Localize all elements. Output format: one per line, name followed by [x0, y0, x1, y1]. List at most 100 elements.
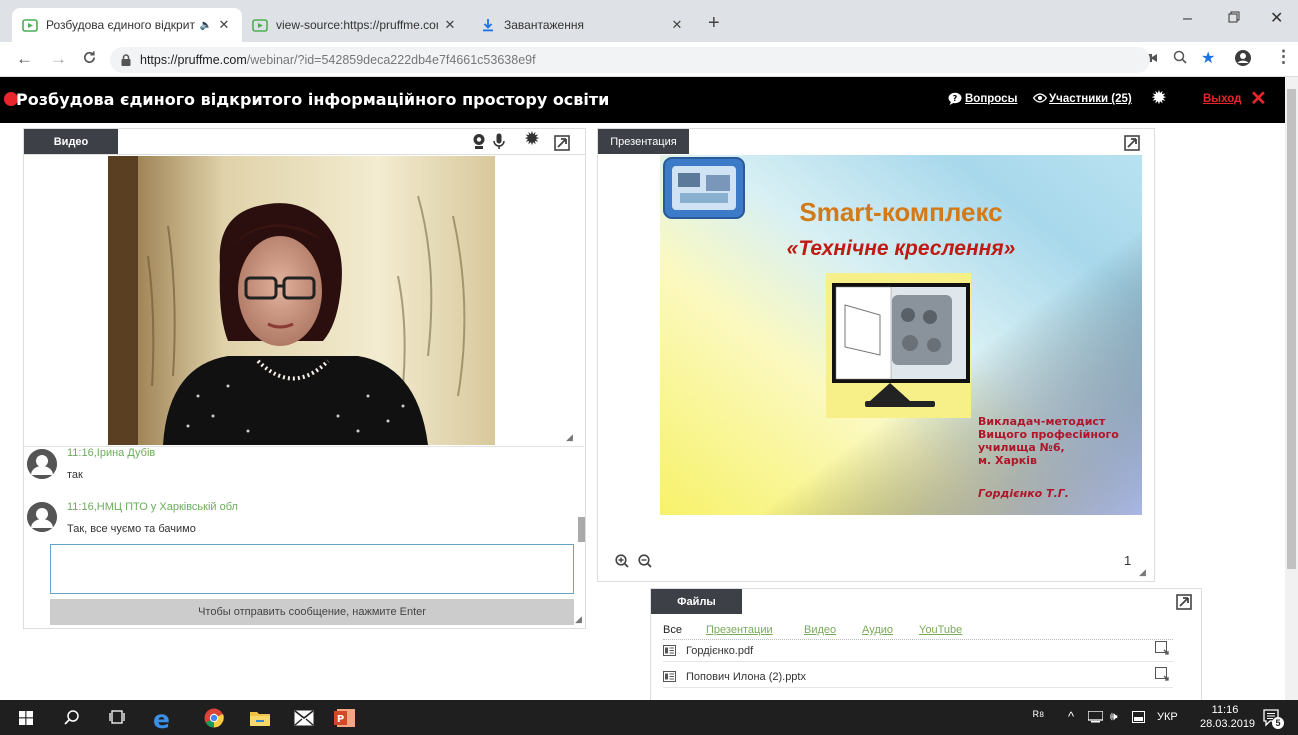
file-row[interactable]: Гордієнко.pdf — [663, 640, 1173, 662]
file-explorer-icon[interactable] — [250, 710, 270, 726]
clock-date: 28.03.2019 — [1200, 718, 1256, 730]
bookmark-star-icon[interactable]: ★ — [1201, 48, 1215, 68]
volume-icon[interactable]: 🕪 — [1110, 709, 1118, 724]
profile-icon[interactable] — [1234, 49, 1252, 67]
chat-message-author: 11:16,НМЦ ПТО у Харківській обл — [67, 501, 238, 513]
questions-link[interactable]: Вопросы — [965, 93, 1017, 105]
svg-text:?: ? — [953, 94, 958, 103]
show-hidden-icons-icon[interactable]: ^ — [1068, 709, 1074, 724]
microphone-icon[interactable] — [493, 133, 505, 150]
download-file-icon[interactable] — [1155, 667, 1169, 681]
slide-author-block: Викладач-методист Вищого професійного уч… — [978, 415, 1119, 467]
close-window-icon[interactable]: ✕ — [1270, 8, 1283, 28]
url-host: https://pruffme.com — [140, 53, 247, 67]
forward-icon[interactable]: → — [50, 49, 67, 69]
clock-time: 11:16 — [1211, 704, 1239, 716]
task-view-icon[interactable] — [109, 710, 125, 724]
url-text: https://pruffme.com/webinar/?id=542859de… — [140, 53, 536, 67]
language-indicator[interactable]: УКР — [1157, 711, 1178, 723]
chat-message-text: Так, все чуємо та бачимо — [67, 523, 196, 535]
webinar-favicon-icon — [22, 19, 38, 32]
slide-author-name: Гордієнко Т.Г. — [978, 487, 1069, 500]
network-icon[interactable] — [1088, 711, 1103, 723]
file-name: Попович Илона (2).pptx — [686, 670, 806, 683]
questions-icon[interactable]: ? — [948, 92, 962, 105]
avatar — [27, 449, 57, 479]
exit-link[interactable]: Выход — [1203, 93, 1241, 105]
tab-video[interactable]: Видео — [24, 129, 118, 154]
windows-start-icon[interactable] — [19, 711, 33, 725]
browser-tab-webinar[interactable]: Розбудова єдиного відкрит 🔈 ✕ — [12, 8, 242, 42]
tab-audio-icon[interactable]: 🔈 — [200, 20, 212, 31]
svg-text:P: P — [337, 714, 344, 725]
expand-presentation-icon[interactable] — [1124, 135, 1140, 151]
chrome-icon[interactable] — [204, 708, 224, 728]
chat-scrollbar-thumb[interactable] — [578, 517, 585, 542]
address-bar[interactable]: https://pruffme.com/webinar/?id=542859de… — [110, 47, 1150, 73]
new-tab-icon[interactable]: + — [708, 12, 720, 35]
divider — [24, 154, 585, 155]
chat-message-text: так — [67, 469, 83, 481]
settings-gear-icon[interactable]: ✹ — [1151, 87, 1167, 110]
files-filter-video[interactable]: Видео — [804, 624, 836, 636]
resize-handle-icon[interactable]: ◢ — [575, 614, 582, 625]
minimize-window-icon[interactable]: – — [1183, 10, 1192, 28]
edge-browser-icon[interactable]: e — [153, 705, 170, 734]
download-icon — [483, 19, 493, 32]
webinar-header: Розбудова єдиного відкритого інформаційн… — [0, 77, 1285, 123]
restore-window-icon[interactable] — [1228, 11, 1240, 23]
participants-link[interactable]: Участники (25) — [1049, 93, 1132, 105]
expand-files-icon[interactable] — [1176, 594, 1192, 610]
mail-icon[interactable] — [294, 710, 314, 726]
download-file-icon[interactable] — [1155, 641, 1169, 655]
close-tab-icon[interactable]: ✕ — [442, 17, 458, 33]
page-scrollbar[interactable] — [1285, 77, 1298, 700]
page-scrollbar-thumb[interactable] — [1287, 89, 1296, 569]
zoom-icon[interactable] — [1173, 50, 1187, 64]
battery-icon[interactable] — [1132, 711, 1146, 723]
search-icon[interactable] — [64, 709, 80, 725]
windows-taskbar: e P ᴿ⁸ ^ 🕪 УКР 11:16 28.03.2019 5 — [0, 700, 1298, 735]
webcam-icon[interactable] — [472, 133, 486, 150]
files-filter-all[interactable]: Все — [663, 624, 682, 636]
people-icon[interactable]: ᴿ⁸ — [1033, 708, 1044, 723]
powerpoint-icon[interactable]: P — [334, 707, 356, 729]
resize-handle-icon[interactable]: ◢ — [566, 432, 573, 443]
send-hint-bar[interactable]: Чтобы отправить сообщение, нажмите Enter — [50, 599, 574, 625]
file-icon — [663, 645, 676, 656]
tab-title: Завантаження — [504, 18, 584, 32]
zoom-out-icon[interactable] — [638, 554, 652, 568]
system-clock[interactable]: 11:16 28.03.2019 — [1200, 703, 1256, 731]
browser-tab-downloads[interactable]: Завантаження ✕ — [470, 8, 695, 42]
browser-menu-icon[interactable]: ⋮ — [1275, 47, 1292, 67]
url-path: /webinar/?id=542859deca222db4e7f4661c536… — [246, 53, 536, 67]
resize-handle-icon[interactable]: ◢ — [1139, 567, 1146, 578]
chat-message-author: 11:16,Ірина Дубів — [67, 447, 156, 459]
chat-message-input[interactable] — [50, 544, 574, 594]
tab-files[interactable]: Файлы — [651, 589, 742, 614]
participants-eye-icon[interactable] — [1033, 92, 1047, 104]
webinar-favicon-icon — [252, 19, 268, 32]
file-row[interactable]: Попович Илона (2).pptx — [663, 666, 1173, 688]
video-settings-gear-icon[interactable]: ✹ — [524, 128, 540, 151]
browser-tab-strip: Розбудова єдиного відкрит 🔈 ✕ view-sourc… — [0, 0, 1298, 42]
slide-title: Smart-комплекс — [799, 197, 1003, 227]
file-icon — [663, 671, 676, 682]
files-filter-youtube[interactable]: YouTube — [919, 624, 962, 636]
tab-title: Розбудова єдиного відкрит — [46, 18, 195, 32]
lock-icon — [121, 54, 131, 66]
files-filter-presentations[interactable]: Презентации — [706, 624, 773, 636]
tab-presentation[interactable]: Презентация — [598, 129, 689, 154]
action-center-icon[interactable]: 5 — [1263, 709, 1284, 729]
close-tab-icon[interactable]: ✕ — [669, 17, 685, 33]
reload-icon[interactable] — [82, 50, 97, 65]
files-filter-audio[interactable]: Аудио — [862, 624, 893, 636]
slide-author-line: Викладач-методист — [978, 415, 1106, 428]
zoom-in-icon[interactable] — [615, 554, 629, 568]
notification-count-badge: 5 — [1272, 717, 1284, 729]
exit-close-icon[interactable]: ✕ — [1250, 86, 1267, 111]
back-icon[interactable]: ← — [16, 49, 33, 69]
expand-video-icon[interactable] — [554, 135, 570, 151]
browser-tab-view-source[interactable]: view-source:https://pruffme.com ✕ — [242, 8, 468, 42]
close-tab-icon[interactable]: ✕ — [216, 17, 232, 33]
